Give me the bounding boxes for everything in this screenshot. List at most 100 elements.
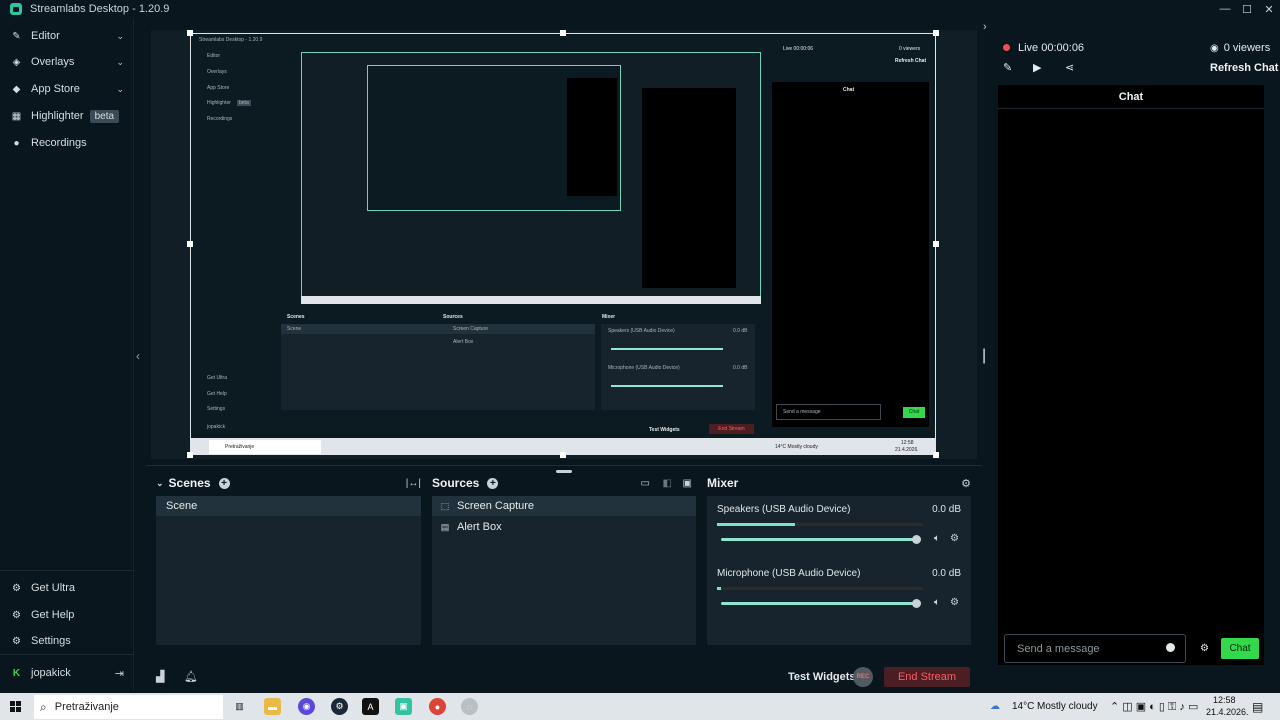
nested-scenes-dock (281, 324, 441, 410)
nav-item-label: Get Help (31, 609, 75, 621)
record-button[interactable]: REC (853, 667, 873, 687)
nested-end-stream: End Stream (709, 424, 754, 434)
resize-handle[interactable] (187, 30, 193, 36)
mixer-channel-name: Microphone (USB Audio Device) (717, 568, 861, 579)
source-item-label: Alert Box (457, 521, 502, 533)
share-icon[interactable]: ⋖ (1065, 61, 1074, 74)
resize-handle[interactable] (560, 452, 566, 458)
audio-level-meter (717, 523, 923, 526)
aim-app-icon[interactable]: A (362, 698, 379, 715)
resize-handle[interactable] (187, 241, 193, 247)
user-account[interactable]: K jopakick ⇥ (0, 660, 134, 686)
nested-speakers-slider (611, 348, 723, 350)
close-button[interactable]: ✕ (1258, 0, 1280, 18)
channel-gear-icon[interactable]: ⚙ (950, 533, 959, 544)
weather-desc[interactable]: Mostly cloudy (1037, 701, 1098, 712)
notifications-bell-icon[interactable]: 🔔︎ (184, 670, 198, 683)
nav-item-highlighter[interactable]: ▦ Highlighter beta (0, 103, 134, 129)
weather-temp[interactable]: 14°C (1012, 701, 1034, 712)
eye-icon: ◉ (1210, 42, 1219, 54)
tray-icons[interactable]: ⌃ ◫ ▣ ◐ ▯ ⚿ ♪ ▭ (1110, 700, 1198, 714)
title-bar: Streamlabs Desktop - 1.20.9 — ☐ ✕ (0, 0, 1280, 18)
nested-sources-dock (441, 324, 595, 410)
mixer-settings-gear-icon[interactable]: ⚙ (961, 477, 971, 490)
scene-transitions-icon[interactable]: |↔| (406, 478, 421, 489)
nested-nav-overlays: Overlays (207, 69, 227, 75)
screen-capture-source[interactable]: Streamlabs Desktop - 1.20.9 Editor Overl… (190, 33, 936, 455)
nested-mixer-title: Mixer (602, 314, 616, 320)
volume-slider-knob[interactable] (912, 535, 921, 544)
source-layers-icon[interactable]: ◧ (663, 478, 672, 489)
video-camera-icon[interactable]: ▶ (1033, 61, 1041, 74)
streamlabs-taskbar-icon[interactable]: ▣ (395, 698, 412, 715)
resize-handle[interactable] (933, 452, 939, 458)
resize-handle[interactable] (560, 30, 566, 36)
nested-speakers: Speakers (USB Audio Device) (608, 328, 675, 334)
chat-send-button[interactable]: Chat (1221, 638, 1259, 659)
add-source-icon[interactable]: + (487, 477, 499, 489)
collapse-nav-arrow-icon[interactable]: ‹ (136, 349, 140, 363)
logout-icon[interactable]: ⇥ (115, 667, 124, 680)
add-folder-icon[interactable]: ▣ (683, 478, 692, 489)
volume-slider[interactable] (721, 538, 917, 541)
highlighter-icon: ▦ (11, 110, 22, 122)
edit-stream-info-icon[interactable]: ✎ (1003, 61, 1012, 74)
nav-item-app-store[interactable]: ◆ App Store ⌄ (0, 76, 134, 102)
file-explorer-icon[interactable]: ▬ (264, 698, 281, 715)
chevron-down-icon[interactable]: ⌄ (156, 478, 164, 489)
nav-item-label: App Store (31, 83, 80, 95)
nav-item-recordings[interactable]: ● Recordings (0, 130, 134, 156)
scenes-title: Scenes (168, 476, 211, 490)
sources-header: Sources + ▭ ◧ ▣ (432, 474, 696, 492)
nested-mic: Microphone (USB Audio Device) (608, 365, 680, 371)
paint-icon: ◈ (12, 56, 21, 68)
nested-username: jopakick (207, 424, 226, 430)
app-icon[interactable]: ◌ (461, 698, 478, 715)
resize-handle[interactable] (933, 241, 939, 247)
mixer-header: Mixer ⚙ (707, 474, 971, 492)
taskbar-time[interactable]: 12:58 (1213, 695, 1236, 705)
test-widgets-button[interactable]: Test Widgets (788, 671, 856, 683)
steam-icon[interactable]: ⚙ (331, 698, 348, 715)
source-item-screen-capture[interactable]: ⬚ Screen Capture (432, 496, 696, 516)
scene-item[interactable]: Scene (156, 496, 421, 516)
nav-item-get-help[interactable]: ⚙ Get Help (0, 602, 134, 628)
minimize-button[interactable]: — (1214, 0, 1236, 18)
source-screen-icon[interactable]: ▭ (641, 478, 650, 489)
nested-source-1: Screen Capture (453, 326, 489, 332)
volume-slider-knob[interactable] (912, 599, 921, 608)
chat-message-input[interactable]: Send a message (1004, 634, 1186, 663)
refresh-chat-button[interactable]: Refresh Chat (1210, 62, 1278, 74)
source-item-alert-box[interactable]: ▤ Alert Box (432, 517, 696, 537)
channel-gear-icon[interactable]: ⚙ (950, 597, 959, 608)
dock-drag-handle[interactable] (556, 470, 572, 473)
chevron-right-icon[interactable]: › (983, 21, 987, 33)
resize-handle[interactable] (933, 30, 939, 36)
speaker-icon[interactable]: 🔈︎ (934, 533, 940, 544)
nav-item-get-ultra[interactable]: ⚙ Get Ultra (0, 575, 134, 601)
discord-icon[interactable]: ◉ (298, 698, 315, 715)
maximize-button[interactable]: ☐ (1236, 0, 1258, 18)
taskbar-date[interactable]: 21.4.2026. (1206, 707, 1249, 717)
nav-item-overlays[interactable]: ◈ Overlays ⌄ (0, 49, 134, 75)
nav-item-settings[interactable]: ⚙ Settings (0, 628, 134, 654)
task-view-icon[interactable]: ▥ (231, 698, 248, 715)
nested-nav-highlighter: Highlighter (207, 100, 231, 106)
chevron-down-icon: ⌄ (116, 56, 124, 67)
audio-level-fill (717, 523, 796, 526)
windows-start-icon[interactable] (10, 701, 21, 712)
end-stream-button[interactable]: End Stream (884, 667, 970, 687)
chrome-icon[interactable]: ● (429, 698, 446, 715)
nav-item-editor[interactable]: ✎ Editor ⌄ (0, 23, 134, 49)
performance-stats-icon[interactable]: ▟ (156, 670, 164, 683)
chat-settings-gear-icon[interactable]: ⚙ (1200, 643, 1209, 654)
add-scene-icon[interactable]: + (218, 477, 230, 489)
resize-handle-icon[interactable]: | (982, 347, 986, 365)
taskbar-search-box[interactable]: ⌕ Pretraživanje (34, 695, 223, 719)
nested-sources-title: Sources (443, 314, 463, 320)
volume-slider[interactable] (721, 602, 917, 605)
emoji-icon[interactable] (1166, 643, 1175, 652)
notification-center-icon[interactable]: ▤ (1252, 700, 1263, 714)
speaker-icon[interactable]: 🔈︎ (934, 597, 940, 608)
resize-handle[interactable] (187, 452, 193, 458)
